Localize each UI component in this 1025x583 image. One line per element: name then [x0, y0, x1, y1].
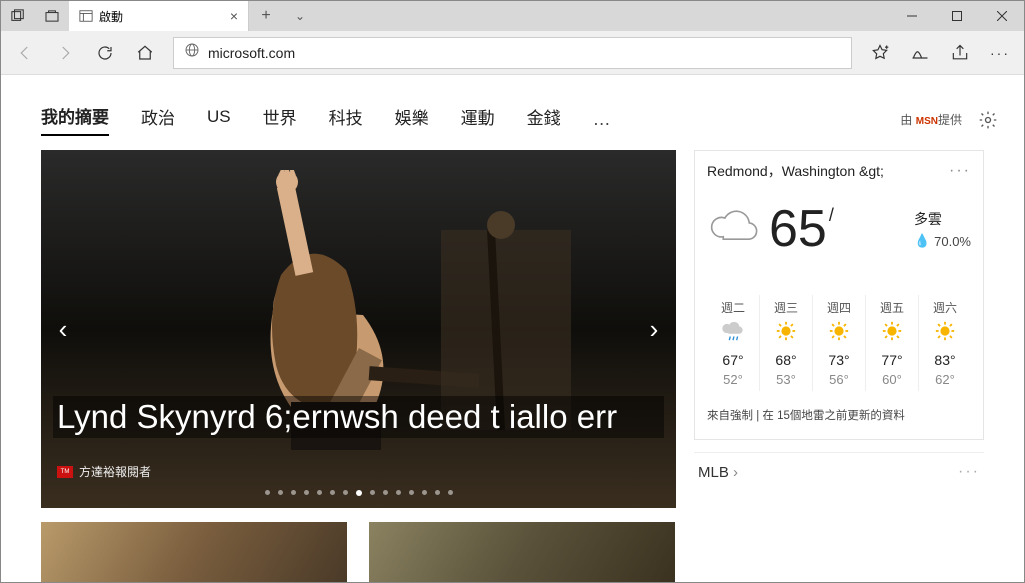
- forecast-day-label: 週六: [933, 299, 957, 316]
- rain-icon: [722, 320, 744, 348]
- sports-label: MLB ›: [698, 464, 738, 481]
- address-bar[interactable]: microsoft.com: [173, 37, 852, 69]
- tab-preview-icon[interactable]: [35, 10, 69, 22]
- refresh-button[interactable]: [87, 35, 123, 71]
- tab-title: 啟動: [99, 8, 224, 25]
- forecast-day[interactable]: 週五 77° 60°: [866, 295, 919, 391]
- forecast-day[interactable]: 週四 73° 56°: [813, 295, 866, 391]
- notes-button[interactable]: [902, 35, 938, 71]
- hero-source: TM 方達裕報閱者: [57, 463, 151, 480]
- weather-more-icon[interactable]: ···: [949, 162, 971, 180]
- nav-tech[interactable]: 科技: [329, 104, 363, 135]
- close-window-button[interactable]: [979, 1, 1024, 31]
- forecast-low: 60°: [882, 372, 902, 387]
- sun-icon: [881, 320, 903, 348]
- tab-menu-chevron-icon[interactable]: ⌄: [283, 1, 317, 31]
- forecast-day[interactable]: 週三 68° 53°: [760, 295, 813, 391]
- nav-money[interactable]: 金錢: [527, 104, 561, 135]
- tab-favicon-icon: [79, 9, 93, 23]
- hero-carousel[interactable]: ‹ › Lynd Skynyrd 6;ernwsh deed t iallo e…: [41, 150, 676, 508]
- share-button[interactable]: [942, 35, 978, 71]
- weather-location[interactable]: Redmond，Washington &gt;: [707, 161, 884, 181]
- more-button[interactable]: ···: [982, 35, 1018, 71]
- nav-politics[interactable]: 政治: [141, 104, 175, 135]
- forecast-low: 56°: [829, 372, 849, 387]
- window-titlebar: 啟動 × + ⌄: [1, 1, 1024, 31]
- browser-tab[interactable]: 啟動 ×: [69, 1, 249, 31]
- settings-gear-icon[interactable]: [976, 108, 1000, 132]
- browser-toolbar: microsoft.com ···: [1, 31, 1024, 75]
- nav-overflow-icon[interactable]: …: [593, 109, 613, 130]
- forecast-high: 73°: [828, 352, 849, 368]
- home-button[interactable]: [127, 35, 163, 71]
- nav-entertainment[interactable]: 娛樂: [395, 104, 429, 135]
- forecast-low: 52°: [723, 372, 743, 387]
- forecast-day-label: 週二: [721, 299, 745, 316]
- carousel-prev-icon[interactable]: ‹: [45, 304, 81, 354]
- precipitation: 💧 70.0%: [914, 233, 971, 249]
- carousel-dots: [41, 490, 676, 496]
- weather-footer: 來自強制 | 在 15個地雷之前更新的資料: [707, 407, 971, 423]
- source-badge-icon: TM: [57, 466, 73, 478]
- weather-widget: Redmond，Washington &gt; ··· 65/ 多雲: [694, 150, 984, 440]
- sports-widget[interactable]: MLB › ···: [694, 452, 984, 491]
- nav-my-feed[interactable]: 我的摘要: [41, 103, 109, 136]
- sports-more-icon[interactable]: ···: [958, 463, 980, 481]
- new-tab-button[interactable]: +: [249, 1, 283, 31]
- forecast-day[interactable]: 週二 67° 52°: [707, 295, 760, 391]
- condition-text: 多雲: [914, 209, 971, 229]
- tab-close-icon[interactable]: ×: [230, 8, 238, 24]
- source-name: 方達裕報閱者: [79, 463, 151, 480]
- sun-icon: [775, 320, 797, 348]
- forecast-high: 67°: [722, 352, 743, 368]
- sun-icon: [934, 320, 956, 348]
- forecast-day-label: 週三: [774, 299, 798, 316]
- forward-button[interactable]: [47, 35, 83, 71]
- nav-sports[interactable]: 運動: [461, 104, 495, 135]
- carousel-next-icon[interactable]: ›: [636, 304, 672, 354]
- forecast-low: 62°: [935, 372, 955, 387]
- url-text: microsoft.com: [208, 45, 295, 61]
- news-thumbnail[interactable]: [41, 522, 347, 582]
- provider-label: 由 MSN提供: [900, 111, 962, 128]
- maximize-button[interactable]: [934, 1, 979, 31]
- site-info-icon[interactable]: [184, 42, 200, 63]
- chevron-right-icon: ›: [733, 464, 738, 481]
- forecast-day-label: 週四: [827, 299, 851, 316]
- raindrop-icon: 💧: [914, 233, 930, 249]
- forecast-day-label: 週五: [880, 299, 904, 316]
- hero-headline[interactable]: Lynd Skynyrd 6;ernwsh deed t iallo err: [53, 396, 664, 438]
- news-thumbnail[interactable]: [369, 522, 675, 582]
- forecast-high: 68°: [775, 352, 796, 368]
- tabs-aside-icon[interactable]: [1, 9, 35, 23]
- forecast-day[interactable]: 週六 83° 62°: [919, 295, 971, 391]
- forecast-high: 83°: [934, 352, 955, 368]
- news-nav: 我的摘要 政治 US 世界 科技 娛樂 運動 金錢 … 由 MSN提供: [41, 103, 1000, 136]
- forecast-row: 週二 67° 52° 週三 68° 53° 週四 73° 56° 週五 77° 60° 週六 83° 62°: [707, 295, 971, 391]
- minimize-button[interactable]: [889, 1, 934, 31]
- back-button[interactable]: [7, 35, 43, 71]
- favorites-button[interactable]: [862, 35, 898, 71]
- nav-world[interactable]: 世界: [263, 104, 297, 135]
- forecast-low: 53°: [776, 372, 796, 387]
- forecast-high: 77°: [881, 352, 902, 368]
- cloud-icon: [707, 207, 759, 252]
- sun-icon: [828, 320, 850, 348]
- current-temp: 65/: [769, 199, 834, 259]
- nav-us[interactable]: US: [207, 107, 231, 133]
